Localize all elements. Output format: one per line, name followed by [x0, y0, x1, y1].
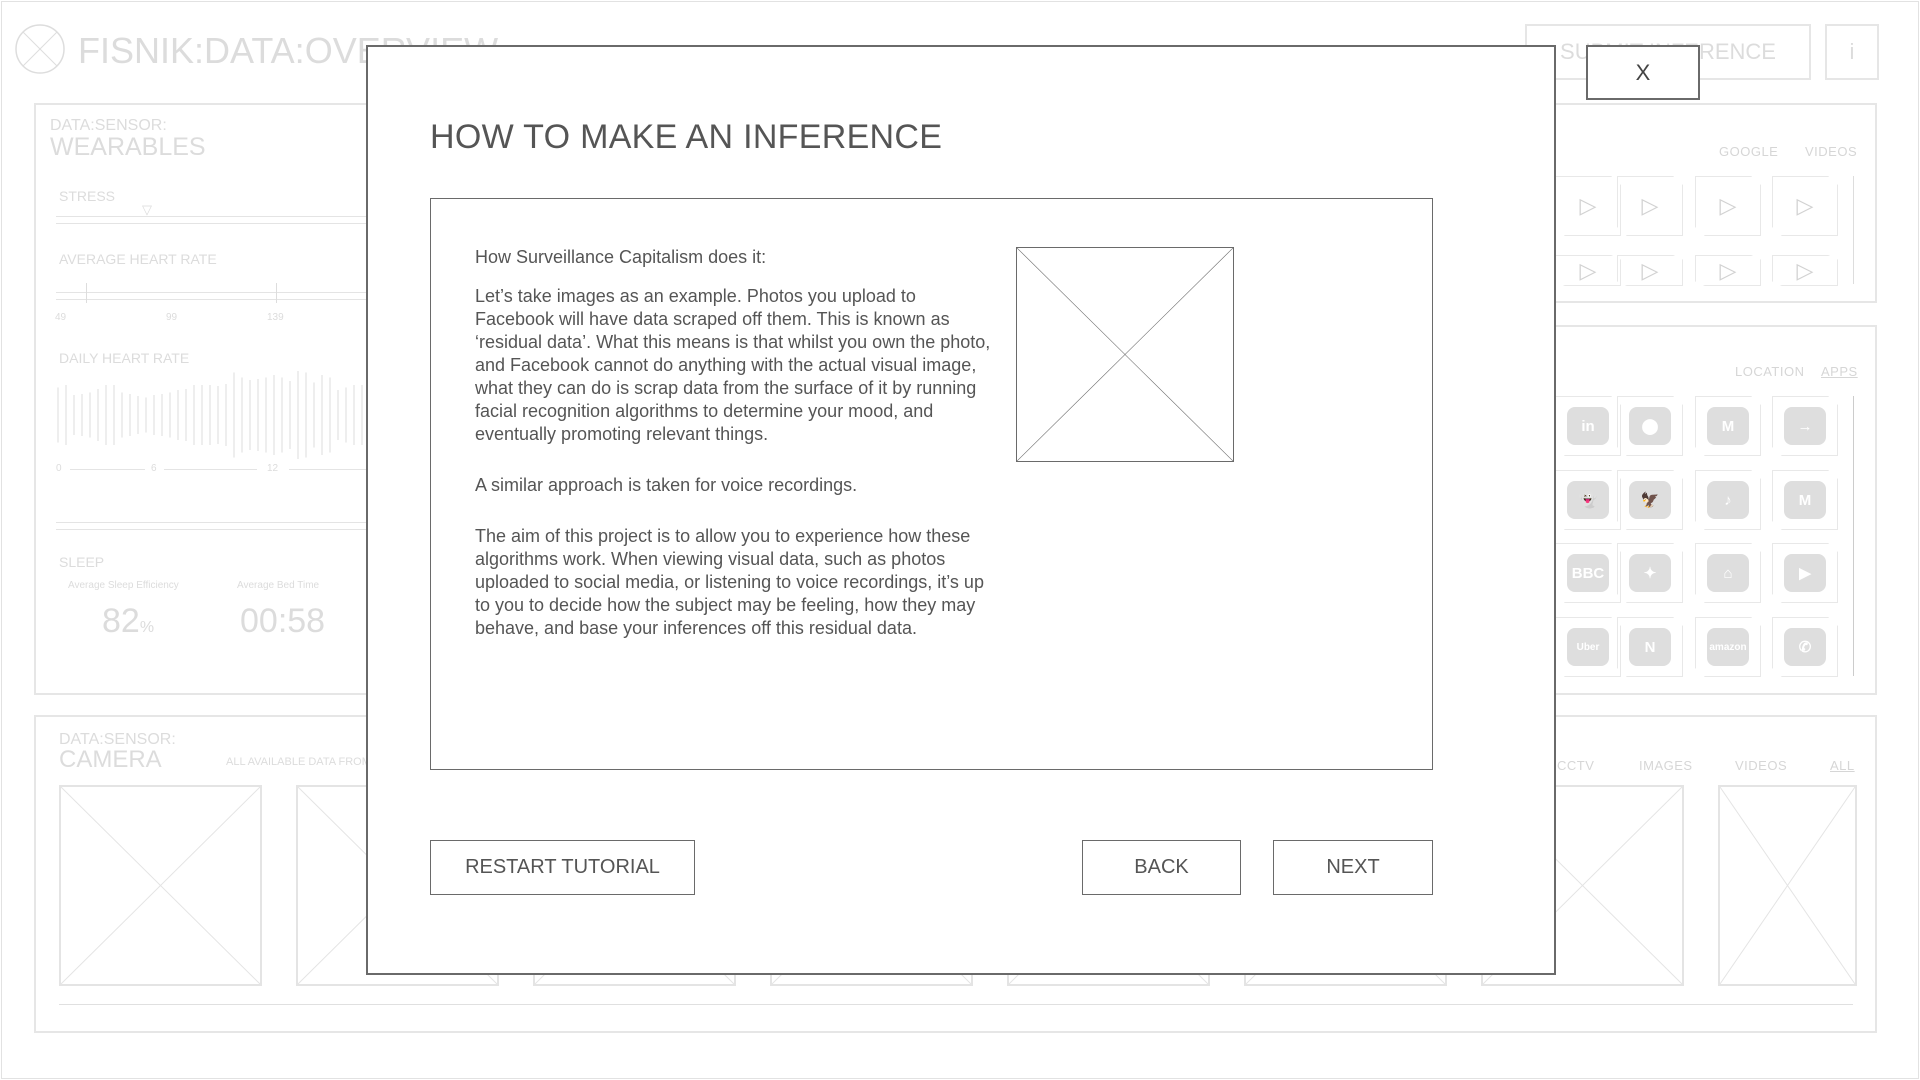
camera-title: CAMERA — [59, 746, 162, 773]
back-button[interactable]: BACK — [1082, 840, 1241, 895]
bed-time-label: Average Bed Time — [237, 580, 320, 591]
camera-image-placeholder[interactable] — [1718, 785, 1857, 986]
app-tile-gmail[interactable]: M — [1772, 470, 1838, 530]
app-tile-gmail[interactable]: M — [1695, 396, 1761, 456]
wearables-title: WEARABLES — [50, 133, 206, 161]
app-tile-arrow-app[interactable]: → — [1772, 396, 1838, 456]
tab-images[interactable]: IMAGES — [1639, 758, 1693, 773]
info-button[interactable]: i — [1825, 24, 1879, 80]
linkedin-icon: in — [1567, 407, 1609, 445]
play-icon: ▷ — [1579, 193, 1597, 218]
hr-tick: 139 — [267, 312, 284, 323]
app-tile-snapchat[interactable]: 👻 — [1555, 470, 1621, 530]
app-tile-barclays[interactable]: 🦅 — [1617, 470, 1683, 530]
body-heading: How Surveillance Capitalism does it: — [475, 247, 767, 267]
app-tile-tiktok[interactable]: ♪ — [1695, 470, 1761, 530]
sleep-label: SLEEP — [59, 554, 105, 570]
video-tile[interactable]: ▷ — [1617, 255, 1683, 286]
app-tile-netflix[interactable]: N — [1617, 617, 1683, 677]
tab-videos[interactable]: VIDEOS — [1805, 144, 1857, 159]
axis-line — [70, 469, 145, 470]
axis-line — [289, 469, 369, 470]
image-placeholder — [1016, 247, 1234, 462]
close-button[interactable]: X — [1586, 45, 1700, 100]
sleep-efficiency-label: Average Sleep Efficiency — [68, 580, 179, 591]
google-maps-icon: ⬤ — [1629, 407, 1671, 445]
tab-videos[interactable]: VIDEOS — [1735, 758, 1787, 773]
daily-heart-rate-label: DAILY HEART RATE — [59, 350, 190, 366]
modal-body-text: How Surveillance Capitalism does it: Let… — [475, 246, 995, 668]
app-tile-bbc-news[interactable]: BBC — [1555, 543, 1621, 603]
tab-google[interactable]: GOOGLE — [1719, 144, 1778, 159]
daily-hr-tick: 6 — [151, 463, 157, 474]
tab-location[interactable]: LOCATION — [1735, 364, 1805, 379]
camera-image-placeholder[interactable] — [59, 785, 262, 986]
daily-heart-rate-chart — [57, 371, 363, 459]
hr-tick: 49 — [55, 312, 67, 323]
tab-all[interactable]: ALL — [1830, 758, 1855, 773]
camera-subtitle: ALL AVAILABLE DATA FROM — [226, 756, 371, 768]
play-icon: ▷ — [1796, 257, 1814, 283]
sleep-efficiency-value: 82% — [102, 602, 155, 640]
next-button[interactable]: NEXT — [1273, 840, 1433, 895]
daily-hr-tick: 0 — [56, 463, 62, 474]
modal-title: HOW TO MAKE AN INFERENCE — [430, 118, 943, 156]
gmail-icon: M — [1784, 481, 1826, 519]
body-paragraph: Let’s take images as an example. Photos … — [475, 286, 991, 444]
bed-time-value: 00:58 — [240, 602, 326, 640]
whatsapp-icon: ✆ — [1784, 628, 1826, 666]
range-handle-min[interactable] — [86, 283, 87, 303]
video-tile[interactable]: ▷ — [1555, 255, 1621, 286]
app-tile-google-home[interactable]: ⌂ — [1695, 543, 1761, 603]
google-photos-icon: ✦ — [1629, 554, 1671, 592]
scrollbar[interactable] — [1853, 176, 1854, 284]
gmail-icon: M — [1707, 407, 1749, 445]
netflix-icon: N — [1629, 628, 1671, 666]
scrollbar[interactable] — [1853, 396, 1854, 676]
bbc-news-icon: BBC — [1567, 554, 1609, 592]
logo-icon — [15, 24, 65, 74]
video-tile[interactable]: ▷ — [1695, 255, 1761, 286]
app-tile-google-maps[interactable]: ⬤ — [1617, 396, 1683, 456]
camera-scrollbar[interactable] — [59, 1004, 1853, 1005]
tiktok-icon: ♪ — [1707, 481, 1749, 519]
body-paragraph: A similar approach is taken for voice re… — [475, 475, 858, 495]
play-icon: ▷ — [1719, 193, 1737, 218]
daily-hr-tick: 12 — [267, 463, 279, 474]
play-icon: ▷ — [1796, 193, 1814, 218]
video-tile[interactable]: ▷ — [1695, 176, 1761, 236]
arrow-app-icon: → — [1784, 407, 1826, 445]
range-handle-max[interactable] — [276, 283, 277, 303]
app-tile-google-photos[interactable]: ✦ — [1617, 543, 1683, 603]
video-tile[interactable]: ▷ — [1617, 176, 1683, 236]
hr-tick: 99 — [166, 312, 178, 323]
youtube-icon: ▶ — [1784, 554, 1826, 592]
app-tile-linkedin[interactable]: in — [1555, 396, 1621, 456]
play-icon: ▷ — [1719, 257, 1737, 283]
video-tile[interactable]: ▷ — [1772, 176, 1838, 236]
play-icon: ▷ — [1641, 257, 1659, 283]
axis-line — [164, 469, 257, 470]
app-tile-whatsapp[interactable]: ✆ — [1772, 617, 1838, 677]
barclays-icon: 🦅 — [1629, 481, 1671, 519]
tab-cctv[interactable]: CCTV — [1557, 758, 1594, 773]
uber-icon: Uber — [1567, 628, 1609, 666]
app-tile-youtube[interactable]: ▶ — [1772, 543, 1838, 603]
play-icon: ▷ — [1641, 193, 1659, 218]
stress-label: STRESS — [59, 188, 116, 204]
google-home-icon: ⌂ — [1707, 554, 1749, 592]
avg-heart-rate-label: AVERAGE HEART RATE — [59, 251, 217, 267]
video-tile[interactable]: ▷ — [1555, 176, 1621, 236]
amazon-icon: amazon — [1707, 628, 1749, 666]
app-tile-amazon[interactable]: amazon — [1695, 617, 1761, 677]
body-paragraph: The aim of this project is to allow you … — [475, 526, 984, 638]
tab-apps[interactable]: APPS — [1821, 364, 1858, 379]
app-tile-uber[interactable]: Uber — [1555, 617, 1621, 677]
video-tile[interactable]: ▷ — [1772, 255, 1838, 286]
snapchat-icon: 👻 — [1567, 481, 1609, 519]
restart-tutorial-button[interactable]: RESTART TUTORIAL — [430, 840, 695, 895]
play-icon: ▷ — [1579, 257, 1597, 283]
